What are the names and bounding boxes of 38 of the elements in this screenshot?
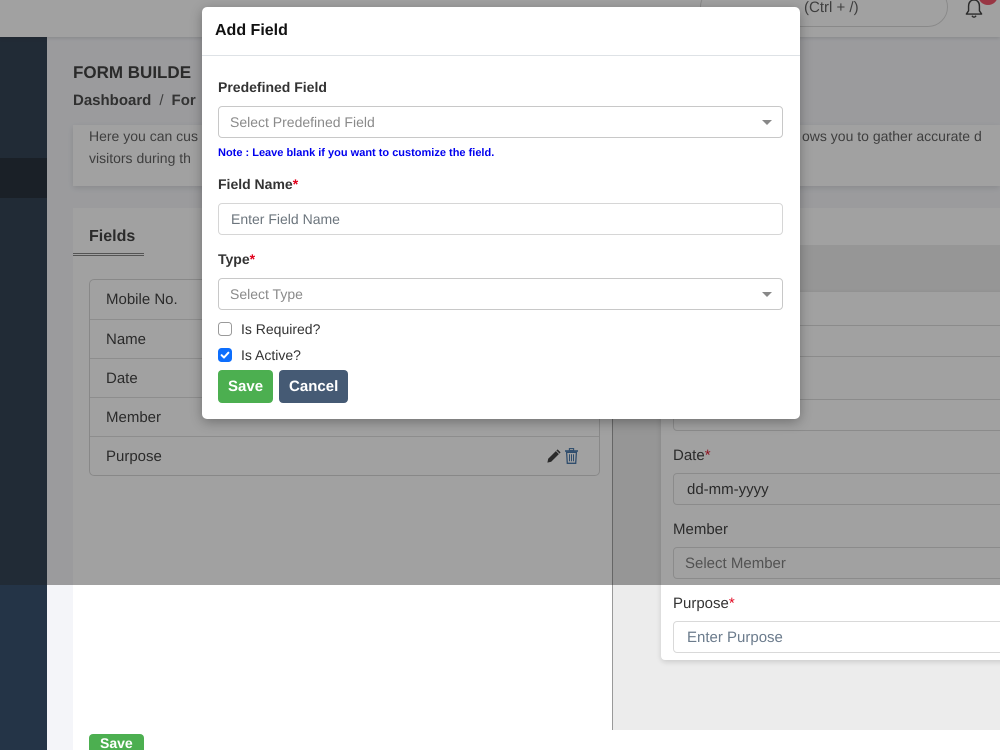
checkbox[interactable] [218,322,232,336]
page-title: FORM BUILDE [73,63,192,83]
field-note: Note : Leave blank if you want to customize the field. [218,146,494,160]
field-label: Type* [218,250,256,268]
description-text: Here you can cus [89,127,198,146]
dropdown[interactable]: Select Member [673,547,1000,579]
modal-title: Add Field [215,22,288,40]
field-name: Purpose [106,448,162,464]
field-name: Mobile No. [106,291,178,308]
text-input[interactable]: Enter Purpose [673,621,1000,653]
caret-icon [762,292,772,296]
field-label: Field Name* [218,175,298,193]
trash-icon[interactable] [565,448,578,464]
breadcrumb-link[interactable]: Dashboard [73,91,152,111]
text-input[interactable]: Enter Field Name [218,203,783,235]
bell-icon[interactable] [965,0,983,19]
pencil-icon[interactable] [547,449,561,463]
field-name: Name [106,330,146,348]
checkbox-label: Is Active? [241,347,301,363]
field-name: Date [106,370,138,386]
field-label: Purpose* [673,594,735,614]
field-label: Member [673,520,728,540]
tab[interactable]: Fields [73,227,144,256]
checkbox-label: Is Required? [241,321,320,337]
dropdown[interactable]: Select Predefined Field [218,106,783,138]
dropdown[interactable]: Select Type [218,278,783,310]
checkbox[interactable] [218,348,232,362]
breadcrumb-separator: / [159,91,164,111]
description-text: visitors during th [89,149,191,168]
field-label: Predefined Field [218,78,327,96]
description-text: ows you to gather accurate d [802,127,982,146]
save-button[interactable]: Save [89,734,144,750]
field-name: Member [106,408,162,426]
date-input[interactable]: dd-mm-yyyy [673,473,1000,505]
save-button[interactable]: Save [218,370,274,403]
field-label: Date* [673,446,711,466]
breadcrumb-current: For [172,91,196,111]
cancel-button[interactable]: Cancel [279,370,348,403]
